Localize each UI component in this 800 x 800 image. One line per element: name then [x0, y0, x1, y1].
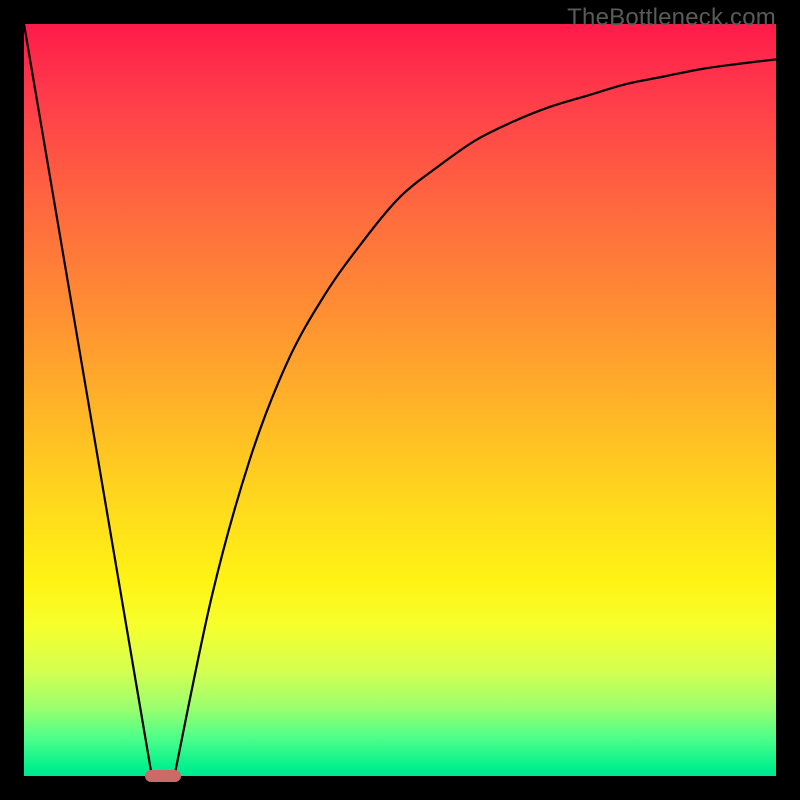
bottleneck-marker — [145, 770, 181, 782]
watermark-text: TheBottleneck.com — [567, 4, 776, 32]
curve-layer — [24, 24, 776, 776]
plot-area — [24, 24, 776, 776]
chart-frame: TheBottleneck.com — [0, 0, 800, 800]
right-curve — [174, 59, 776, 776]
left-line-curve — [24, 24, 152, 776]
